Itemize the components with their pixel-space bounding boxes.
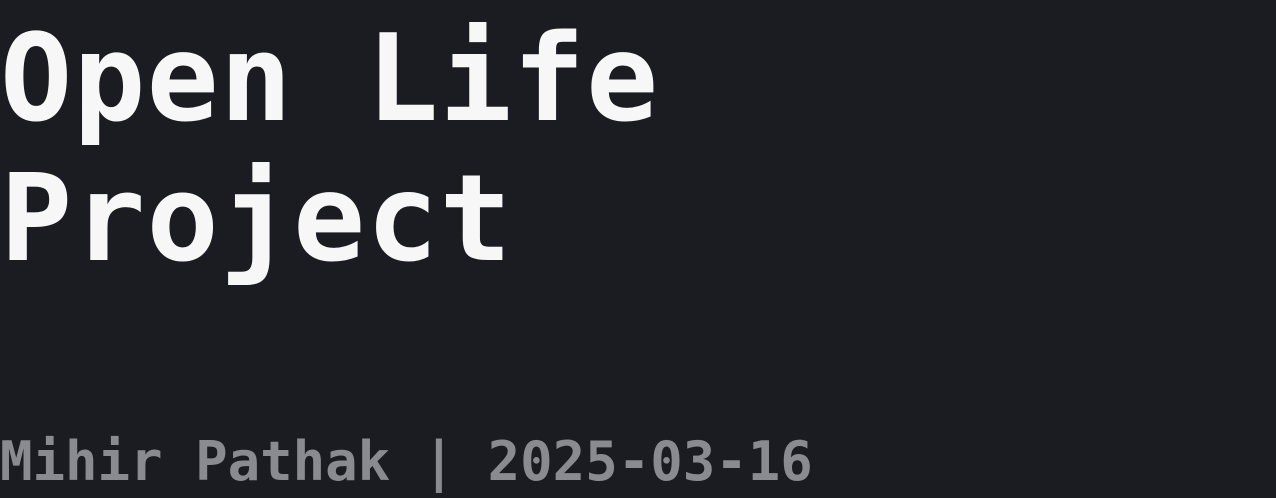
title-line-1: Open Life xyxy=(0,10,660,149)
title-card: Open Life Project Mihir Pathak | 2025-03… xyxy=(0,0,1276,498)
page-title: Open Life Project xyxy=(0,10,659,290)
title-line-2: Project xyxy=(0,150,513,289)
author-date-byline: Mihir Pathak | 2025-03-16 xyxy=(0,430,813,493)
